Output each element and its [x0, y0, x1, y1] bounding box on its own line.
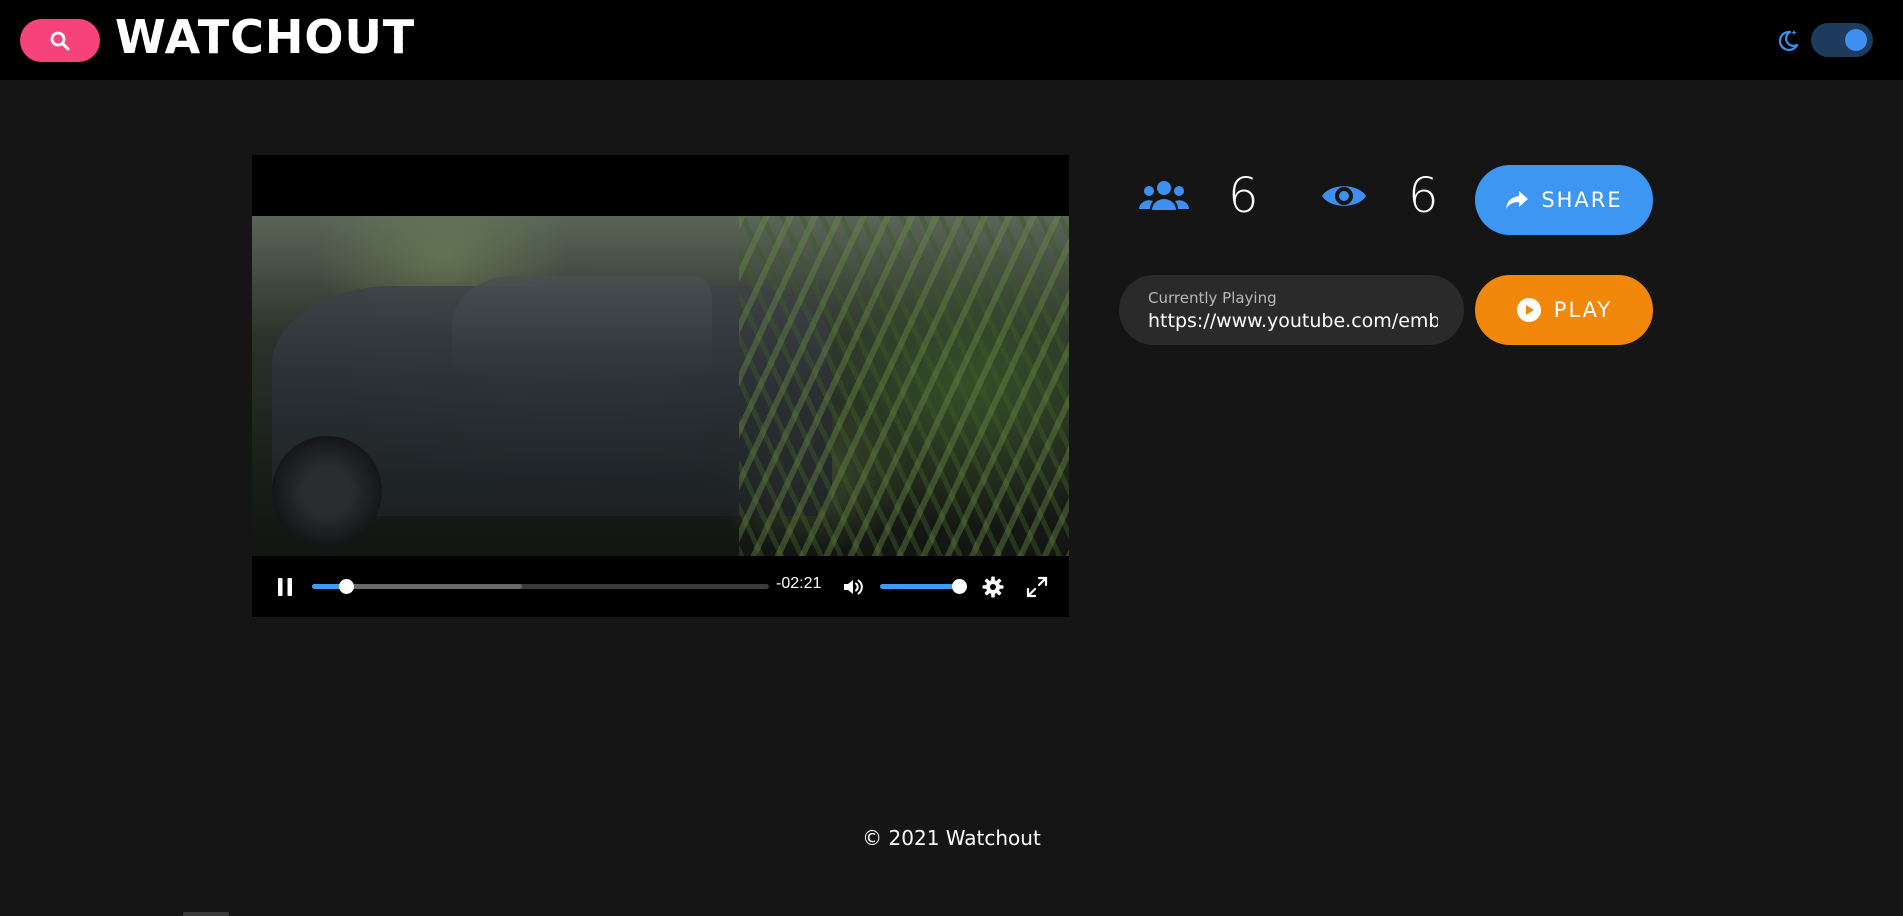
- users-count: 6: [1228, 168, 1259, 224]
- volume-icon: [841, 575, 865, 599]
- volume-thumb[interactable]: [951, 579, 967, 594]
- search-button[interactable]: [20, 19, 100, 62]
- video-foliage: [739, 216, 1069, 556]
- play-button[interactable]: PLAY: [1475, 275, 1653, 345]
- bottom-edge-tab: [183, 912, 229, 916]
- video-player[interactable]: -02:21: [252, 155, 1069, 617]
- volume-fill: [880, 584, 959, 589]
- room-users-stat: 6: [1138, 170, 1259, 222]
- player-controls: -02:21: [252, 556, 1069, 617]
- time-remaining: -02:21: [776, 575, 822, 592]
- seek-thumb[interactable]: [339, 579, 355, 594]
- users-icon: [1138, 170, 1190, 222]
- fullscreen-button[interactable]: [1022, 572, 1052, 602]
- share-label: SHARE: [1541, 188, 1623, 212]
- video-frame[interactable]: [252, 216, 1069, 556]
- views-stat: 6: [1318, 170, 1439, 222]
- currently-playing-label: Currently Playing: [1148, 289, 1277, 307]
- top-navbar: WATCHOUT: [0, 0, 1903, 80]
- play-label: PLAY: [1553, 298, 1613, 322]
- volume-slider[interactable]: [880, 579, 967, 594]
- share-arrow-icon: [1505, 189, 1529, 211]
- views-count: 6: [1408, 168, 1439, 224]
- moon-stars-icon: [1775, 27, 1801, 53]
- toggle-knob: [1845, 29, 1867, 51]
- settings-button[interactable]: [978, 572, 1008, 602]
- logo-text: WATCHOUT: [115, 10, 416, 64]
- pause-icon: [274, 576, 296, 598]
- video-truck-window: [452, 276, 712, 366]
- search-icon: [48, 29, 72, 53]
- currently-playing-url[interactable]: https://www.youtube.com/emb: [1148, 310, 1438, 332]
- video-truck-wheel: [272, 436, 382, 546]
- fullscreen-icon: [1025, 575, 1049, 599]
- currently-playing-field[interactable]: Currently Playing https://www.youtube.co…: [1119, 275, 1464, 345]
- app-logo[interactable]: WATCHOUT: [115, 10, 416, 64]
- gear-icon: [981, 575, 1005, 599]
- pause-button[interactable]: [270, 572, 300, 602]
- play-circle-icon: [1516, 297, 1542, 323]
- theme-switch-area: [1775, 22, 1873, 58]
- seek-bar[interactable]: [312, 579, 769, 594]
- share-button[interactable]: SHARE: [1475, 165, 1653, 235]
- eye-icon: [1318, 170, 1370, 222]
- mute-button[interactable]: [838, 572, 868, 602]
- footer-copyright: © 2021 Watchout: [862, 826, 1041, 850]
- dark-mode-toggle[interactable]: [1811, 23, 1873, 57]
